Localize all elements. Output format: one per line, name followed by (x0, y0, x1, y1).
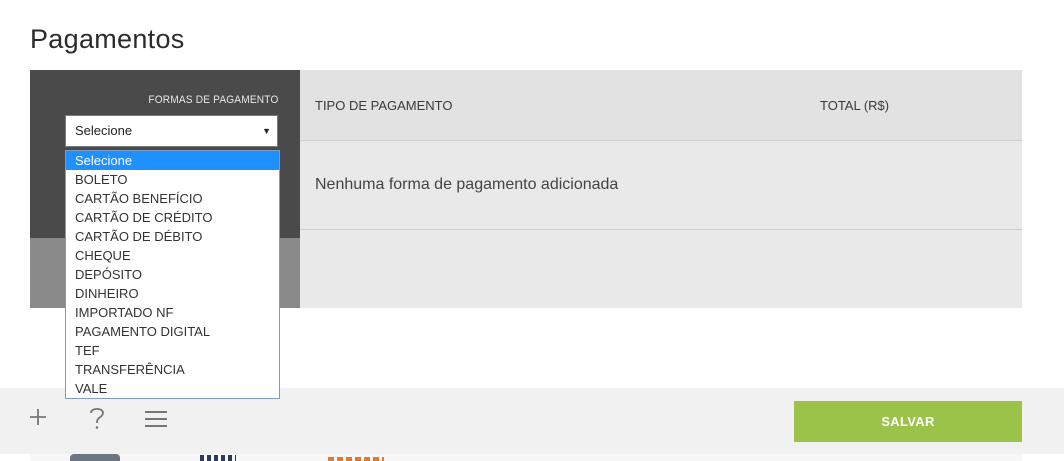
dropdown-option[interactable]: IMPORTADO NF (66, 303, 279, 322)
dropdown-option[interactable]: CHEQUE (66, 246, 279, 265)
dropdown-option[interactable]: TEF (66, 341, 279, 360)
dropdown-option[interactable]: Selecione (66, 151, 279, 170)
dropdown-option[interactable]: CARTÃO DE DÉBITO (66, 227, 279, 246)
dropdown-option[interactable]: DEPÓSITO (66, 265, 279, 284)
plus-icon[interactable] (28, 406, 48, 434)
save-button[interactable]: SALVAR (794, 401, 1022, 442)
page-title: Pagamentos (30, 24, 185, 54)
bottom-partial-content (30, 454, 1022, 461)
payment-forms-label: FORMAS DE PAGAMENTO (148, 94, 279, 106)
payment-form-select-value: Selecione (75, 123, 133, 138)
dropdown-option[interactable]: TRANSFERÊNCIA (66, 360, 279, 379)
payment-form-select[interactable]: Selecione ▼ (65, 115, 278, 147)
payments-table: TIPO DE PAGAMENTO TOTAL (R$) Nenhuma for… (300, 70, 1022, 308)
partial-image-3 (328, 457, 384, 461)
payment-form-dropdown-list[interactable]: Selecione BOLETO CARTÃO BENEFÍCIO CARTÃO DE… (65, 150, 280, 399)
column-header-total: TOTAL (R$) (820, 98, 890, 113)
partial-image-1 (70, 454, 120, 461)
dropdown-option[interactable]: CARTÃO DE CRÉDITO (66, 208, 279, 227)
dropdown-option[interactable]: PAGAMENTO DIGITAL (66, 322, 279, 341)
question-icon[interactable] (89, 406, 105, 437)
column-header-payment-type: TIPO DE PAGAMENTO (315, 98, 453, 113)
dropdown-option[interactable]: CARTÃO BENEFÍCIO (66, 189, 279, 208)
empty-state-message: Nenhuma forma de pagamento adicionada (315, 176, 619, 193)
dropdown-arrow-icon: ▼ (262, 126, 271, 136)
hamburger-menu-icon[interactable] (145, 406, 167, 432)
partial-image-2 (200, 455, 236, 461)
empty-state-row: Nenhuma forma de pagamento adicionada (300, 141, 1022, 230)
dropdown-option[interactable]: VALE (66, 379, 279, 398)
table-header: TIPO DE PAGAMENTO TOTAL (R$) (300, 70, 1022, 141)
dropdown-option[interactable]: DINHEIRO (66, 284, 279, 303)
dropdown-option[interactable]: BOLETO (66, 170, 279, 189)
